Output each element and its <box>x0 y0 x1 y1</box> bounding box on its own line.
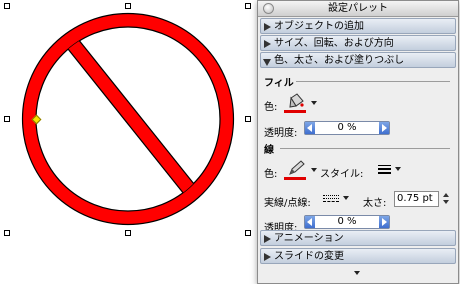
decrease-arrow-icon[interactable] <box>305 216 315 228</box>
section-object-add[interactable]: オブジェクトの追加 <box>260 18 456 34</box>
fill-opacity-label: 透明度: <box>264 128 298 139</box>
paint-bucket-icon <box>289 93 304 108</box>
chevron-down-icon <box>395 167 401 171</box>
line-style-button[interactable] <box>376 161 401 177</box>
resize-handle-right[interactable] <box>245 116 251 122</box>
line-color-button[interactable] <box>284 160 317 182</box>
disclosure-right-icon <box>264 40 271 48</box>
line-divider <box>280 148 450 149</box>
line-style-icon <box>378 165 391 174</box>
line-style-label: スタイル: <box>320 169 364 180</box>
fill-color-label: 色: <box>264 102 278 113</box>
resize-handle-top-right[interactable] <box>245 3 251 9</box>
increase-arrow-icon[interactable] <box>379 216 389 228</box>
line-color-swatch <box>284 177 306 180</box>
chevron-down-icon <box>343 196 349 200</box>
section-size-rotate-label: サイズ、回転、および方向 <box>274 38 394 49</box>
section-object-add-label: オブジェクトの追加 <box>274 21 364 32</box>
line-dash-button[interactable] <box>321 190 351 206</box>
palette-title: 設定パレット <box>328 3 388 14</box>
section-color-stroke-fill[interactable]: 色、太さ、および塗りつぶし <box>260 52 456 68</box>
section-size-rotate[interactable]: サイズ、回転、および方向 <box>260 35 456 51</box>
disclosure-right-icon <box>264 23 271 31</box>
fill-group-label: フィル <box>264 78 294 89</box>
section-slide-change[interactable]: スライドの変更 <box>260 248 456 264</box>
line-thickness-spinner[interactable] <box>443 191 451 207</box>
resize-handle-bottom-left[interactable] <box>4 230 10 236</box>
fill-divider <box>296 81 450 82</box>
chevron-down-icon <box>311 101 317 105</box>
spin-down-icon[interactable] <box>443 200 449 204</box>
disclosure-down-icon <box>263 59 271 66</box>
disclosure-right-icon <box>264 235 271 243</box>
section-slide-change-label: スライドの変更 <box>274 251 344 262</box>
line-thickness-field[interactable]: 0.75 pt <box>394 191 439 207</box>
slide-canvas[interactable] <box>0 0 258 284</box>
fill-color-button[interactable] <box>284 93 317 115</box>
resize-handle-bottom[interactable] <box>125 230 131 236</box>
section-animation[interactable]: アニメーション <box>260 230 456 246</box>
palette-titlebar[interactable]: 設定パレット <box>258 1 458 17</box>
spin-up-icon[interactable] <box>443 193 449 197</box>
line-thickness-label: 太さ: <box>363 198 387 209</box>
resize-handle-top[interactable] <box>125 3 131 9</box>
increase-arrow-icon[interactable] <box>379 122 389 134</box>
pencil-icon <box>289 160 305 175</box>
resize-handle-top-left[interactable] <box>4 3 10 9</box>
resize-handle-left[interactable] <box>4 116 10 122</box>
line-color-label: 色: <box>264 169 278 180</box>
formatting-palette: 設定パレット オブジェクトの追加 サイズ、回転、および方向 色、太さ、および塗り… <box>257 0 459 284</box>
section-color-stroke-fill-label: 色、太さ、および塗りつぶし <box>274 55 405 66</box>
close-icon[interactable] <box>263 3 274 14</box>
palette-expand-icon[interactable] <box>354 271 360 275</box>
fill-opacity-stepper[interactable]: 0 % <box>304 121 390 135</box>
disclosure-right-icon <box>264 253 271 261</box>
fill-opacity-value: 0 % <box>337 122 357 133</box>
line-opacity-value: 0 % <box>337 216 357 227</box>
prohibition-shape[interactable] <box>0 0 258 284</box>
dash-pattern-icon <box>323 195 339 202</box>
line-dash-label: 実線/点線: <box>264 198 311 209</box>
fill-color-swatch <box>284 110 306 113</box>
chevron-down-icon <box>311 168 317 172</box>
decrease-arrow-icon[interactable] <box>305 122 315 134</box>
fill-line-panel: フィル 色: 透明度: 0 % 線 色: スタイル: 実線/点線: 太さ: 0.… <box>258 71 458 234</box>
line-opacity-stepper[interactable]: 0 % <box>304 215 390 229</box>
line-group-label: 線 <box>264 145 274 156</box>
resize-handle-bottom-right[interactable] <box>245 230 251 236</box>
section-animation-label: アニメーション <box>274 233 344 244</box>
